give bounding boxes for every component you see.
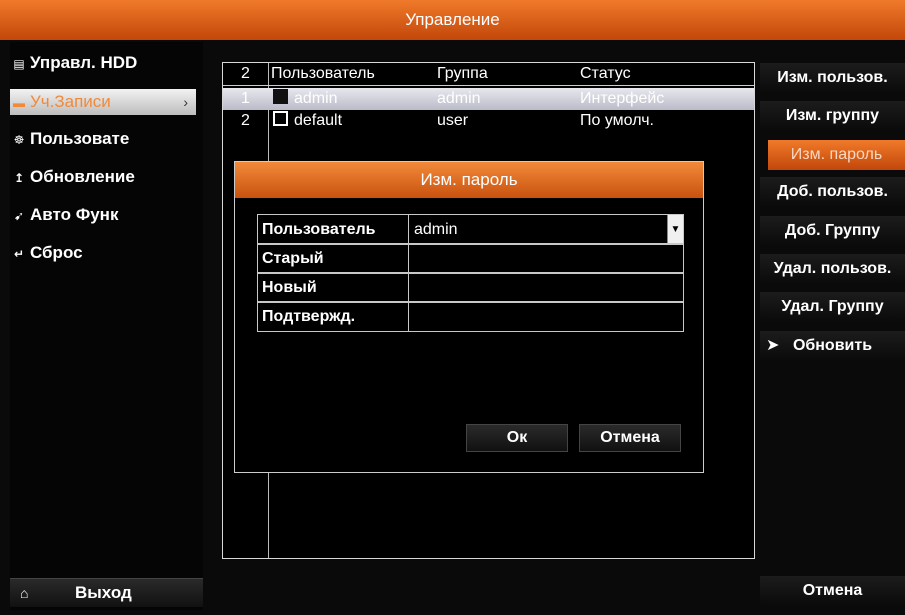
row-user: default	[294, 112, 343, 129]
header-user: Пользователь	[271, 65, 375, 82]
chevron-right-icon: ›	[183, 94, 188, 110]
header-group: Группа	[437, 65, 488, 82]
old-password-row: Старый	[257, 243, 684, 274]
table-row[interactable]: 2 default user По умолч.	[223, 110, 754, 132]
mouse-cursor-icon: ➤	[766, 337, 780, 354]
sidebar-item-label: Авто Функ	[30, 205, 119, 224]
upgrade-icon: ↥	[13, 171, 25, 185]
change-password-dialog: Изм. пароль Пользователь admin ▼ Старый …	[234, 161, 704, 473]
row-user: admin	[294, 90, 338, 107]
ok-button[interactable]: Ок	[466, 424, 568, 452]
dialog-title: Изм. пароль	[235, 162, 703, 198]
sidebar: ▤ Управл. HDD ▬ Уч.Записи › ☸ Пользовате ↥ О…	[10, 42, 203, 610]
sidebar-item-label: Пользовате	[30, 129, 130, 148]
chevron-down-icon[interactable]: ▼	[667, 215, 683, 244]
row-status: Интерфейс	[580, 90, 665, 107]
dialog-cancel-button[interactable]: Отмена	[579, 424, 681, 452]
checkbox[interactable]	[273, 111, 288, 127]
user-select-value: admin	[414, 221, 458, 238]
row-group: user	[437, 112, 469, 129]
table-header: 2 Пользователь Группа Статус	[223, 63, 754, 86]
header-status: Статус	[580, 65, 631, 82]
home-icon: ⌂	[20, 585, 29, 601]
delete-group-button[interactable]: Удал. Группу	[760, 292, 905, 322]
action-panel: Изм. пользов. Изм. группу Изм. пароль До…	[760, 0, 905, 615]
users-icon: ☸	[13, 133, 25, 147]
old-password-label: Старый	[258, 244, 409, 273]
edit-password-button[interactable]: Изм. пароль	[768, 140, 905, 170]
refresh-label: Обновить	[792, 337, 873, 354]
new-password-row: Новый	[257, 272, 684, 303]
hdd-icon: ▤	[13, 57, 25, 71]
user-row: Пользователь admin ▼	[257, 214, 684, 245]
new-password-field[interactable]	[410, 273, 683, 302]
row-user-cell: default	[273, 110, 342, 132]
user-label: Пользователь	[258, 215, 409, 244]
reset-icon: ↵	[13, 247, 25, 261]
sidebar-item-label: Уч.Записи	[30, 92, 111, 111]
folder-icon: ▬	[13, 96, 25, 110]
sidebar-item-label: Сброс	[30, 243, 83, 262]
refresh-button[interactable]: ➤ Обновить	[760, 331, 905, 361]
sidebar-item-users[interactable]: ☸ Пользовате	[10, 126, 130, 152]
exit-button[interactable]: ⌂ Выход	[10, 578, 203, 607]
confirm-password-row: Подтвержд.	[257, 301, 684, 332]
sidebar-item-reset[interactable]: ↵ Сброс	[10, 240, 83, 266]
table-row[interactable]: 1 admin admin Интерфейс	[223, 88, 754, 110]
row-num: 2	[241, 112, 250, 129]
row-group: admin	[437, 90, 481, 107]
header-num: 2	[241, 65, 250, 82]
sidebar-item-upgrade[interactable]: ↥ Обновление	[10, 164, 135, 190]
sidebar-item-records[interactable]: ▬ Уч.Записи ›	[10, 89, 196, 115]
add-user-button[interactable]: Доб. пользов.	[760, 177, 905, 207]
confirm-password-field[interactable]	[410, 302, 683, 331]
sidebar-item-label: Обновление	[30, 167, 135, 186]
edit-user-button[interactable]: Изм. пользов.	[760, 63, 905, 93]
sidebar-item-hdd[interactable]: ▤ Управл. HDD	[10, 50, 137, 76]
auto-function-icon: ➹	[13, 209, 25, 223]
exit-label: Выход	[75, 583, 132, 602]
checkbox[interactable]	[273, 89, 288, 105]
confirm-password-label: Подтвержд.	[258, 302, 409, 331]
user-select[interactable]: admin ▼	[410, 215, 683, 244]
new-password-label: Новый	[258, 273, 409, 302]
sidebar-item-label: Управл. HDD	[30, 53, 138, 72]
row-user-cell: admin	[273, 88, 338, 110]
row-num: 1	[241, 90, 250, 107]
sidebar-item-auto-function[interactable]: ➹ Авто Функ	[10, 202, 118, 228]
cancel-button[interactable]: Отмена	[760, 576, 905, 606]
old-password-field[interactable]	[410, 244, 683, 273]
row-status: По умолч.	[580, 112, 654, 129]
add-group-button[interactable]: Доб. Группу	[760, 216, 905, 246]
edit-group-button[interactable]: Изм. группу	[760, 101, 905, 131]
delete-user-button[interactable]: Удал. пользов.	[760, 254, 905, 284]
